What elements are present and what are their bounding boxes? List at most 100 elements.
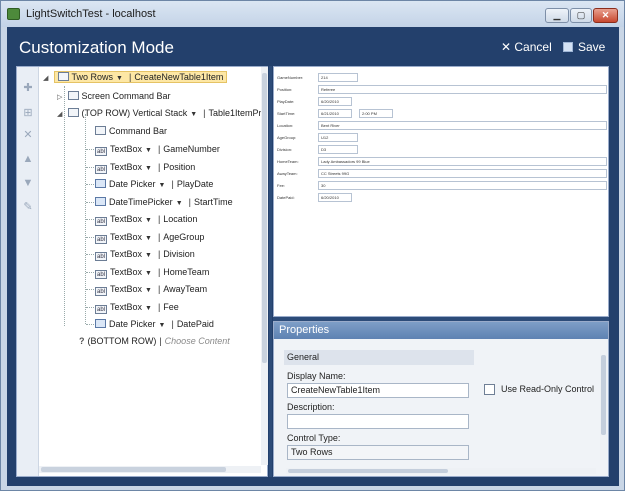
dropdown-arrow-icon[interactable]: ▼	[145, 305, 152, 312]
maximize-button[interactable]: ▢	[570, 8, 592, 23]
tree-item-position[interactable]: abl TextBox ▼ | Position	[95, 159, 195, 175]
tree-item-field: Division	[163, 249, 195, 259]
expand-icon[interactable]: ▷	[57, 90, 65, 106]
tree-item-agegroup[interactable]: abl TextBox ▼ | AgeGroup	[95, 229, 204, 245]
dropdown-arrow-icon[interactable]: ▼	[159, 182, 166, 189]
dropdown-arrow-icon[interactable]: ▼	[159, 322, 166, 329]
preview-field-input[interactable]: CC Streets 99G	[318, 169, 607, 178]
delete-icon[interactable]: ✕	[21, 129, 35, 141]
tree-item-control: DateTimePicker	[109, 196, 173, 207]
tree-item-location[interactable]: abl TextBox ▼ | Location	[95, 211, 197, 227]
textbox-icon: abl	[95, 147, 107, 156]
scroll-thumb[interactable]	[41, 467, 226, 472]
preview-time-input[interactable]: 2:00 PM	[359, 109, 393, 118]
tree-vertical-scrollbar[interactable]	[261, 67, 268, 465]
tree-screen-command-bar[interactable]: ▷ Screen Command Bar	[57, 88, 171, 104]
preview-field-input[interactable]: 30	[318, 181, 607, 190]
cancel-button[interactable]: ✕ Cancel	[501, 40, 552, 54]
properties-horizontal-scrollbar[interactable]	[286, 468, 596, 474]
vertical-splitter[interactable]	[269, 66, 272, 477]
window-title: LightSwitchTest - localhost	[26, 8, 156, 20]
preview-field-label: AgeGroup:	[277, 135, 297, 140]
command-bar-icon	[95, 126, 106, 135]
dropdown-arrow-icon[interactable]: ▼	[145, 165, 152, 172]
preview-field-label: GameNumber:	[277, 75, 304, 80]
edit-icon[interactable]: ✎	[21, 201, 35, 213]
preview-field-label: Division:	[277, 147, 293, 152]
top-row-label: (TOP ROW) Vertical Stack	[81, 108, 188, 118]
read-only-checkbox[interactable]	[484, 384, 495, 395]
app-icon	[7, 8, 20, 20]
scroll-thumb[interactable]	[601, 355, 606, 435]
dropdown-arrow-icon[interactable]: ▼	[145, 287, 152, 294]
tree-item-control: TextBox	[110, 284, 143, 294]
tree-root-binding: CreateNewTable1Item	[134, 72, 224, 82]
tree-item-control: TextBox	[110, 144, 143, 154]
dropdown-arrow-icon[interactable]: ▼	[145, 217, 152, 224]
dropdown-arrow-icon[interactable]: ▼	[145, 252, 152, 259]
preview-field-input[interactable]: D3	[318, 145, 358, 154]
move-up-icon[interactable]: ▲	[21, 153, 35, 165]
tree-item-datepaid[interactable]: Date Picker ▼ | DatePaid	[95, 316, 214, 332]
tree-item-control: TextBox	[110, 231, 143, 242]
app-window: LightSwitchTest - localhost ▁ ▢ ✕ Custom…	[0, 0, 625, 491]
dropdown-arrow-icon[interactable]: ▼	[145, 147, 152, 154]
control-type-field[interactable]: Two Rows	[287, 445, 469, 460]
preview-field-label: Location:	[277, 123, 294, 128]
tree-item-starttime[interactable]: DateTimePicker ▼ | StartTime	[95, 194, 233, 210]
tree-item-hometeam[interactable]: abl TextBox ▼ | HomeTeam	[95, 264, 209, 280]
dropdown-arrow-icon[interactable]: ▼	[190, 111, 197, 118]
add-below-icon[interactable]: ⊞	[21, 107, 35, 119]
tree-item-playdate[interactable]: Date Picker ▼ | PlayDate	[95, 176, 213, 192]
tree-item-fee[interactable]: abl TextBox ▼ | Fee	[95, 299, 179, 315]
dropdown-arrow-icon[interactable]: ▼	[116, 75, 123, 82]
tree-bottom-row[interactable]: ? (BOTTOM ROW) | Choose Content	[79, 333, 230, 349]
collapse-icon[interactable]: ◢	[43, 71, 51, 87]
properties-vertical-scrollbar[interactable]	[600, 350, 607, 460]
collapse-icon[interactable]: ◢	[57, 107, 65, 123]
preview-field-input[interactable]: Bent River	[318, 121, 607, 130]
dropdown-arrow-icon[interactable]: ▼	[145, 235, 152, 242]
dropdown-arrow-icon[interactable]: ▼	[176, 200, 183, 207]
scroll-thumb[interactable]	[288, 469, 448, 473]
two-rows-icon	[57, 72, 69, 81]
tree-item-division[interactable]: abl TextBox ▼ | Division	[95, 246, 195, 262]
textbox-icon: abl	[95, 269, 107, 279]
tree-top-row[interactable]: ◢ (TOP ROW) Vertical Stack ▼ | Table1ItemPr…	[57, 105, 261, 121]
minimize-button[interactable]: ▁	[545, 8, 569, 23]
vertical-stack-icon	[67, 108, 79, 117]
tree-item-gamenumber[interactable]: abl TextBox ▼ | GameNumber	[95, 141, 220, 157]
preview-field-input[interactable]: 6/20/2010	[318, 193, 352, 202]
close-button[interactable]: ✕	[593, 8, 618, 23]
read-only-label: Use Read-Only Control	[501, 384, 595, 394]
dropdown-arrow-icon[interactable]: ▼	[145, 270, 152, 277]
tree-item-awayteam[interactable]: abl TextBox ▼ | AwayTeam	[95, 281, 207, 297]
move-down-icon[interactable]: ▼	[21, 177, 35, 189]
command-bar-label: Command Bar	[109, 126, 168, 136]
preview-field-input[interactable]: 6/21/2010	[318, 109, 352, 118]
preview-field-input[interactable]: 214	[318, 73, 358, 82]
tree-root-node[interactable]: ◢ Two Rows ▼ | CreateNewTable1Item	[43, 69, 228, 87]
page-title: Customization Mode	[19, 38, 174, 57]
description-field[interactable]	[287, 414, 469, 429]
tree-toolbar: ✚ ⊞ ✕ ▲ ▼ ✎	[17, 67, 39, 476]
screen-preview: GameNumber: 214 Position: Referee PlayDate: 6…	[273, 66, 609, 317]
tree-item-control: TextBox	[110, 301, 143, 312]
save-button[interactable]: Save	[563, 40, 605, 54]
preview-field-input[interactable]: Referee	[318, 85, 607, 94]
tree-root-selected[interactable]: Two Rows ▼ | CreateNewTable1Item	[53, 71, 228, 83]
tree-item-control: Date Picker	[109, 319, 156, 329]
preview-field-input[interactable]: 6/20/2010	[318, 97, 352, 106]
add-icon[interactable]: ✚	[21, 82, 35, 94]
preview-field-input[interactable]: Lady Ambassadors 99 Blue	[318, 157, 607, 166]
top-row-binding: Table1ItemPro	[208, 108, 262, 118]
choose-content-link[interactable]: Choose Content	[165, 336, 230, 346]
preview-row: HomeTeam: Lady Ambassadors 99 Blue	[277, 157, 607, 167]
tree-horizontal-scrollbar[interactable]	[39, 466, 261, 473]
display-name-field[interactable]: CreateNewTable1Item	[287, 383, 469, 398]
customization-client: Customization Mode ✕ Cancel Save ✚ ⊞ ✕ ▲…	[7, 27, 619, 486]
preview-field-input[interactable]: U12	[318, 133, 358, 142]
content-tree: ◢ Two Rows ▼ | CreateNewTable1Item ▷ Screen…	[39, 67, 261, 465]
tree-command-bar[interactable]: Command Bar	[95, 123, 167, 139]
scroll-thumb[interactable]	[262, 73, 267, 363]
